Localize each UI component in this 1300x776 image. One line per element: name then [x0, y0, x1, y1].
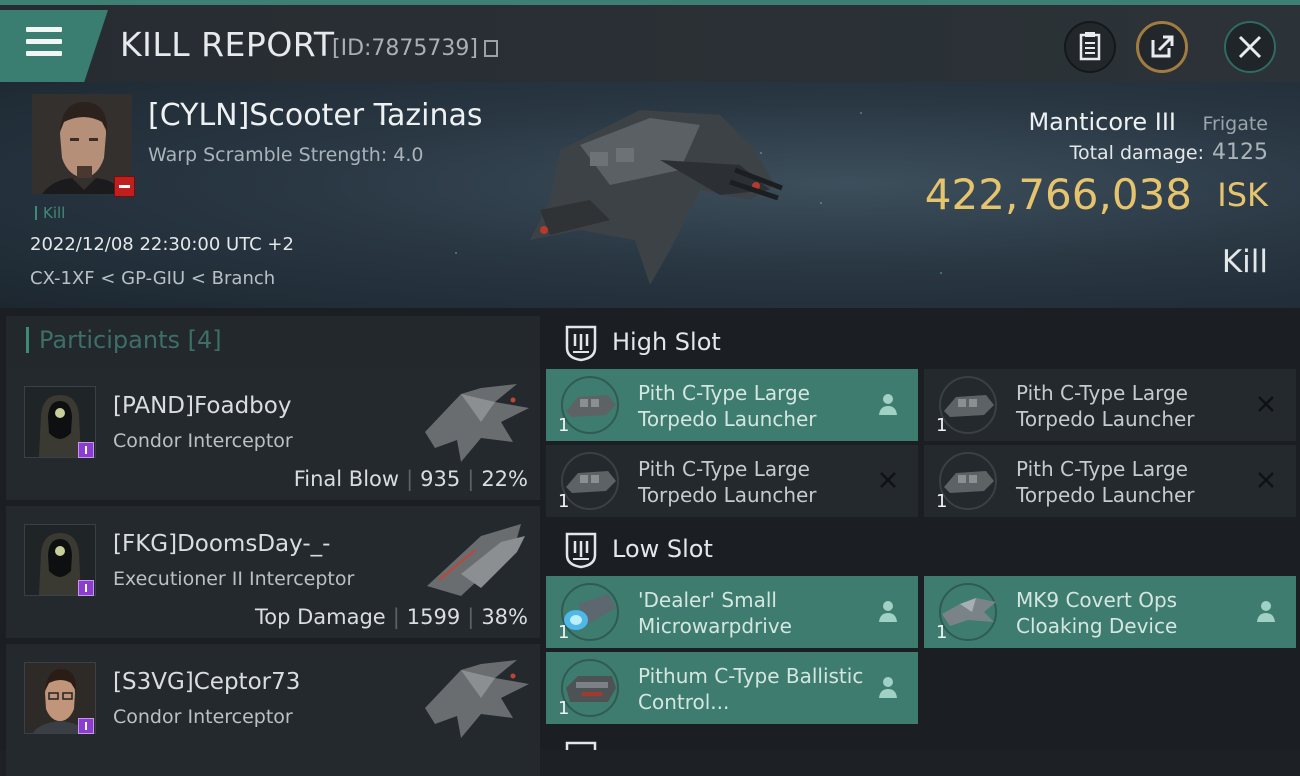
module-name: MK9 Covert Ops Cloaking Device — [1016, 588, 1178, 638]
participant-damage: 935 — [420, 467, 461, 491]
module-quantity: 1 — [558, 698, 570, 719]
kill-tag: Kill — [35, 206, 65, 221]
module-name: Pith C-Type Large Torpedo Launcher — [1016, 457, 1195, 507]
dropped-person-icon — [879, 394, 897, 415]
star — [860, 112, 862, 114]
module-item[interactable]: 1 'Dealer' Small Microwarpdrive — [546, 576, 918, 648]
module-item[interactable]: 1 Pith C-Type Large Torpedo Launcher — [924, 369, 1296, 441]
clipboard-button[interactable] — [1064, 21, 1116, 73]
participant-name[interactable]: [PAND]Foadboy — [113, 393, 291, 419]
separator: | — [467, 467, 475, 491]
participant-ship: Condor Interceptor — [113, 706, 293, 728]
module-quantity: 1 — [558, 415, 570, 436]
module-quantity: 1 — [558, 491, 570, 512]
participant-row[interactable]: [PAND]Foadboy Condor Interceptor Final B… — [6, 368, 540, 500]
participant-row[interactable]: [FKG]DoomsDay-_- Executioner II Intercep… — [6, 506, 540, 638]
module-name: Pith C-Type Large Torpedo Launcher — [1016, 381, 1195, 431]
victim-ship-image — [530, 110, 783, 285]
total-damage-label: Total damage: — [1069, 142, 1204, 164]
module-name: Pithum C-Type Ballistic Control... — [638, 664, 864, 714]
module-item[interactable]: 1 MK9 Covert Ops Cloaking Device — [924, 576, 1296, 648]
participant-role: Final Blow — [293, 467, 400, 491]
corp-badge — [78, 580, 94, 596]
corp-badge — [78, 718, 94, 734]
module-name: Pith C-Type Large Torpedo Launcher — [638, 457, 817, 507]
participant-row[interactable]: [S3VG]Ceptor73 Condor Interceptor — [6, 644, 540, 776]
participant-ship: Executioner II Interceptor — [113, 568, 355, 590]
high-slot-title: High Slot — [612, 328, 721, 356]
participant-stats: Top Damage | 1599 | 38% — [255, 605, 528, 629]
copy-icon[interactable] — [484, 40, 498, 57]
participants-header: Participants [4] — [6, 316, 540, 368]
module-name: 'Dealer' Small Microwarpdrive — [638, 588, 792, 638]
victim-name[interactable]: [CYLN]Scooter Tazinas — [148, 98, 483, 133]
participant-name[interactable]: [S3VG]Ceptor73 — [113, 669, 300, 695]
result-label: Kill — [1221, 244, 1268, 280]
clipboard-icon — [1079, 32, 1101, 61]
participant-percent: 38% — [481, 605, 528, 629]
victim-summary: [CYLN]Scooter Tazinas Warp Scramble Stre… — [0, 82, 1300, 308]
loss-badge — [114, 176, 135, 197]
kill-datetime: 2022/12/08 22:30:00 UTC +2 — [30, 234, 294, 255]
corp-badge — [78, 442, 94, 458]
header-bar: KILL REPORT [ID:7875739] — [0, 0, 1300, 82]
total-damage-value: 4125 — [1212, 140, 1268, 165]
high-slot-icon — [565, 325, 597, 362]
module-item[interactable]: 1 Pith C-Type Large Torpedo Launcher — [546, 369, 918, 441]
participant-ship-image — [427, 524, 525, 596]
share-button[interactable] — [1136, 21, 1188, 73]
star — [455, 252, 457, 254]
high-slot-header: High Slot — [546, 314, 1300, 370]
dropped-person-icon — [1257, 601, 1275, 622]
separator: | — [392, 605, 400, 629]
share-icon — [1151, 35, 1174, 58]
separator: | — [406, 467, 414, 491]
isk-unit: ISK — [1217, 176, 1268, 214]
report-id: [ID:7875739] — [332, 36, 478, 61]
participant-damage: 1599 — [406, 605, 461, 629]
fitting-panel: High Slot 1 Pith C-Type Large Torpedo La… — [540, 308, 1300, 750]
hamburger-icon — [26, 27, 62, 63]
module-quantity: 1 — [558, 622, 570, 643]
participant-ship: Condor Interceptor — [113, 430, 293, 452]
isk-value: 422,766,038 — [924, 170, 1192, 219]
destroyed-x-icon — [880, 472, 896, 488]
low-slot-header: Low Slot — [546, 521, 1300, 577]
warp-scramble-strength: Warp Scramble Strength: 4.0 — [148, 144, 424, 166]
participant-stats: Final Blow | 935 | 22% — [294, 467, 528, 491]
destroyed-x-icon — [1258, 472, 1274, 488]
menu-button[interactable] — [0, 10, 108, 82]
module-item[interactable]: 1 Pith C-Type Large Torpedo Launcher — [924, 445, 1296, 517]
star — [940, 272, 942, 274]
low-slot-title: Low Slot — [612, 535, 713, 563]
close-icon — [1238, 35, 1262, 59]
participants-panel: Participants [4] [PAND]Foadboy Condor In… — [0, 308, 540, 776]
module-item[interactable]: 1 Pithum C-Type Ballistic Control... — [546, 652, 918, 724]
participant-name[interactable]: [FKG]DoomsDay-_- — [113, 531, 330, 557]
module-quantity: 1 — [936, 491, 948, 512]
participant-percent: 22% — [481, 467, 528, 491]
separator: | — [467, 605, 475, 629]
participant-role: Top Damage — [254, 605, 386, 629]
victim-ship-name[interactable]: Manticore III — [1028, 108, 1176, 136]
page-title: KILL REPORT — [120, 25, 335, 64]
star — [820, 202, 822, 204]
dropped-person-icon — [879, 601, 897, 622]
close-button[interactable] — [1224, 21, 1276, 73]
module-name: Pith C-Type Large Torpedo Launcher — [638, 381, 817, 431]
module-item[interactable]: 1 Pith C-Type Large Torpedo Launcher — [546, 445, 918, 517]
participant-ship-image — [425, 384, 529, 462]
module-quantity: 1 — [936, 622, 948, 643]
low-slot-icon — [565, 532, 597, 569]
module-quantity: 1 — [936, 415, 948, 436]
dropped-person-icon — [879, 677, 897, 698]
victim-ship-class: Frigate — [1202, 113, 1268, 135]
mid-slot-icon — [565, 741, 597, 750]
kill-location[interactable]: CX-1XF < GP-GIU < Branch — [30, 268, 275, 289]
participant-ship-image — [425, 660, 529, 738]
next-slot-header — [546, 730, 1300, 750]
participants-title: Participants [4] — [26, 327, 222, 353]
destroyed-x-icon — [1258, 396, 1274, 412]
